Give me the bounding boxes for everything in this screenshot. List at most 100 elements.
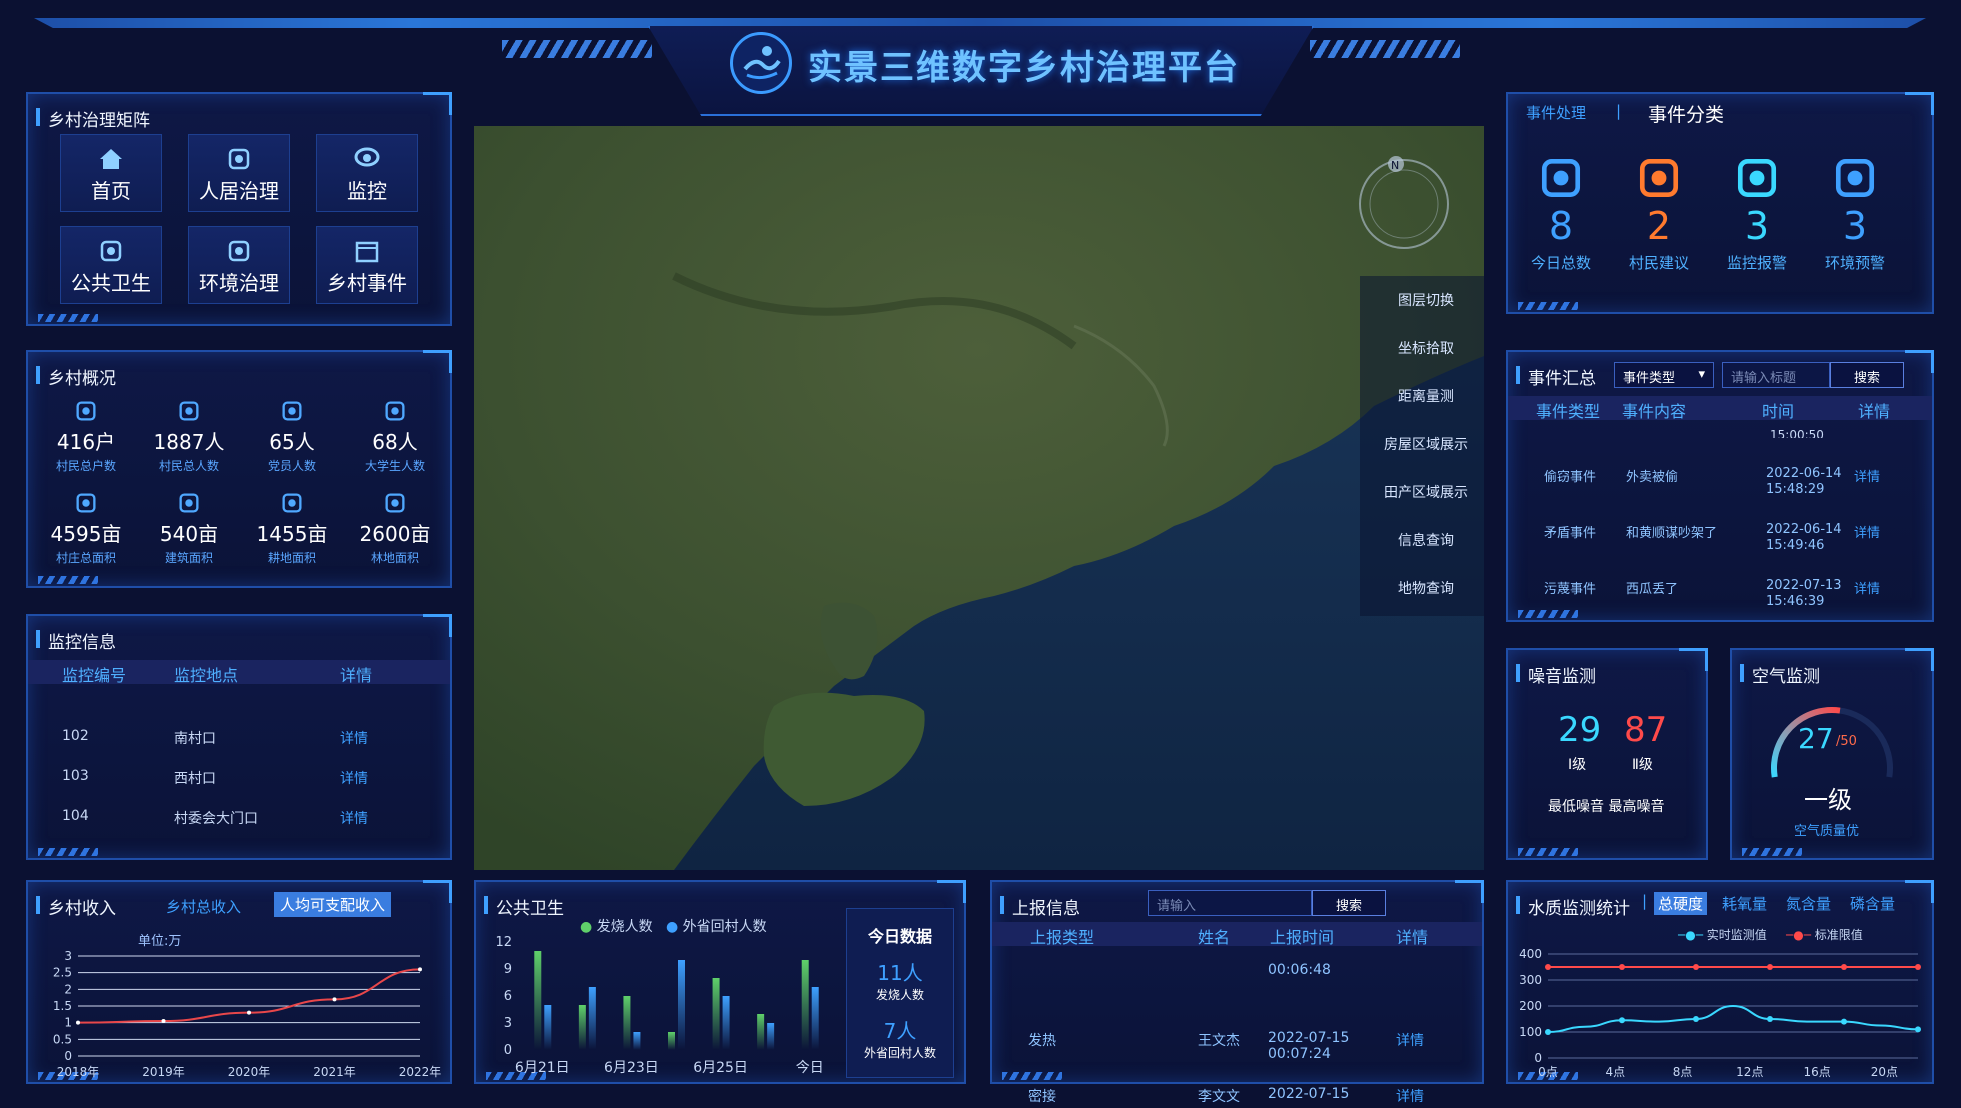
summary-header-time: 时间 [1762,402,1795,421]
overview-item-5: 540亩 建筑面积 [141,490,237,566]
water-point [1915,964,1921,970]
event-category-2[interactable]: 3 监控报警 [1712,152,1802,273]
overview-item-7: 2600亩 林地面积 [347,490,443,566]
water-legend-standard: ─●─ 标准限值 [1786,926,1863,943]
air-panel: 空气监测 27 /50 一级 空气质量优 [1730,648,1934,860]
map-tool-1[interactable]: 坐标拾取 [1368,338,1484,358]
bank-icon [179,493,199,513]
health-xtick: 6月21日 [515,1060,570,1076]
income-point [76,1020,80,1025]
water-point [1841,1018,1847,1025]
matrix-panel: 乡村治理矩阵 首页 人居治理 监控 公共卫生 环境治理 乡村事件 [26,92,452,326]
map-tool-3[interactable]: 房屋区域展示 [1368,434,1484,454]
health-xtick: 今日 [796,1060,824,1076]
report-header-time: 上报时间 [1270,928,1335,947]
monitor-place: 西村口 [174,771,216,787]
summary-search-input[interactable]: 请输入标题 [1722,362,1830,388]
map-tool-2[interactable]: 距离量测 [1368,386,1484,406]
summary-detail-link[interactable]: 详情 [1854,578,1880,597]
event-category-count: 3 [1842,204,1868,248]
tab-separator: | [1616,102,1622,120]
summary-type: 偷窃事件 [1544,470,1597,485]
overview-panel: 乡村概况 416户 村民总户数 1887人 村民总人数 65人 党员人数 68人 大学生人数 4… [26,350,452,588]
farmland-icon [282,493,302,513]
matrix-button-2[interactable]: 监控 [316,134,418,212]
matrix-button-label: 公共卫生 [71,271,151,295]
event-category-label: 今日总数 [1530,254,1591,272]
tab-event-handling[interactable]: 事件处理 [1526,102,1586,123]
map-tool-5[interactable]: 信息查询 [1368,530,1484,550]
water-tab-0[interactable]: 总硬度 [1654,892,1708,915]
matrix-button-label: 首页 [91,179,131,203]
event-category-0[interactable]: 8 今日总数 [1516,152,1606,273]
water-tab-2[interactable]: 氮含量 [1782,892,1835,915]
health-bar-fever [578,1005,586,1050]
income-ytick: 0.5 [53,1032,72,1046]
overview-label: 耕地面积 [267,551,316,565]
report-type: 发热 [1028,1033,1056,1049]
matrix-button-1[interactable]: 人居治理 [188,134,290,212]
overview-item-4: 4595亩 村庄总面积 [38,490,134,566]
header-stripes-right [1310,40,1460,58]
water-point [1545,1029,1551,1035]
water-point [1545,964,1551,970]
monitor-title: 监控信息 [36,628,116,653]
overview-item-2: 65人 党员人数 [244,398,340,474]
report-detail-link[interactable]: 详情 [1396,1030,1424,1050]
report-time: 00:06:48 [1268,962,1331,978]
income-point [418,967,422,972]
event-category-1[interactable]: 2 村民建议 [1614,152,1704,273]
report-search-button[interactable]: 搜索 [1312,890,1386,916]
summary-search-button[interactable]: 搜索 [1830,362,1904,388]
home-icon [100,149,122,169]
water-tab-1[interactable]: 耗氧量 [1718,892,1771,915]
matrix-button-5[interactable]: 乡村事件 [316,226,418,304]
matrix-button-0[interactable]: 首页 [60,134,162,212]
tab-per-capita-income[interactable]: 人均可支配收入 [274,892,392,917]
monitor-header-place: 监控地点 [174,666,239,685]
water-tab-3[interactable]: 磷含量 [1846,892,1899,915]
shield-health-icon [100,240,122,262]
monitor-detail-link[interactable]: 详情 [340,768,368,788]
report-search-input[interactable]: 请输入 [1148,890,1312,916]
noise-low-value: 29 [1558,710,1602,750]
monitor-detail-link[interactable]: 详情 [340,728,368,748]
monitor-detail-link[interactable]: 详情 [340,808,368,828]
report-time: 00:07:24 [1268,1046,1331,1062]
health-bar-fever [623,996,631,1050]
monitor-header-id: 监控编号 [62,666,127,685]
overview-item-1: 1887人 村民总人数 [141,398,237,474]
overview-value: 540亩 [159,522,219,546]
event-category-3[interactable]: 3 环境预警 [1810,152,1900,273]
income-xtick: 2018年 [57,1065,100,1079]
matrix-button-3[interactable]: 公共卫生 [60,226,162,304]
noise-low-level: Ⅰ级 [1568,757,1587,773]
matrix-button-4[interactable]: 环境治理 [188,226,290,304]
water-point [1693,1016,1699,1022]
summary-detail-link[interactable]: 详情 [1854,522,1880,541]
water-xtick: 4点 [1605,1065,1625,1079]
report-detail-link[interactable]: 详情 [1396,1086,1424,1106]
map-tool-6[interactable]: 地物查询 [1368,578,1484,598]
event-type-select[interactable]: 事件类型 ▾ [1614,362,1714,388]
water-point [1841,964,1847,970]
monitor-place: 村委会大门口 [174,811,258,827]
air-quality-label: 空气质量优 [1794,824,1860,839]
health-panel: 公共卫生 ● 发烧人数 ● 外省回村人数 0 3 6 9 12 6月21日 6月23日 6月2… [474,880,966,1084]
water-ytick: 300 [1519,973,1542,987]
health-bar-chart: 0 3 6 9 12 6月21日 6月23日 6月25日 今日 [495,935,824,1076]
tab-event-category[interactable]: 事件分类 [1648,100,1724,127]
tab-total-income[interactable]: 乡村总收入 [166,896,241,917]
water-tab-separator: | [1642,892,1648,910]
overview-label: 大学生人数 [364,459,425,473]
map-tool-4[interactable]: 田产区域展示 [1368,482,1484,502]
summary-partial-row: 15:00:50 [1770,428,1824,438]
air-level: 一级 [1804,786,1852,814]
map-tool-0[interactable]: 图层切换 [1368,290,1484,310]
today-fever-label: 发烧人数 [875,988,924,1002]
satellite-map[interactable]: N [474,126,1484,870]
health-bar-fever [757,1014,765,1050]
summary-date: 2022-06-14 [1766,466,1842,481]
summary-detail-link[interactable]: 详情 [1854,466,1880,485]
legend-line-red: ─●─ [1786,928,1811,942]
